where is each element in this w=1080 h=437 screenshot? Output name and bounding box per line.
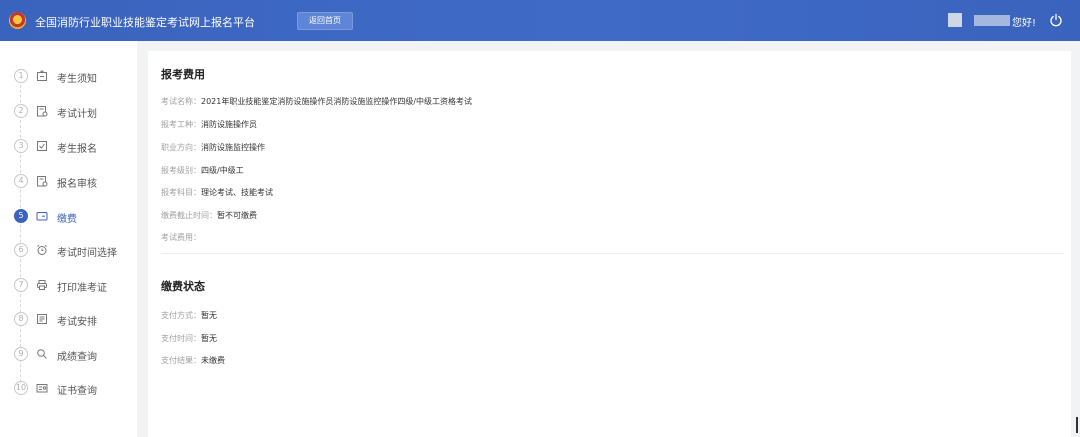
greeting-text: 您好! <box>1012 18 1037 29</box>
field-key: 考试名称： <box>161 97 201 106</box>
sidebar-item-plan[interactable]: 2 考试计划 <box>0 101 137 121</box>
fee-row-deadline: 缴费截止时间：暂不可缴费 <box>161 210 257 221</box>
notice-icon <box>37 70 47 81</box>
field-key: 考试费用： <box>161 233 201 242</box>
payment-section-title: 缴费状态 <box>161 280 205 293</box>
step-number: 9 <box>14 347 28 361</box>
sidebar-item-label: 考试时间选择 <box>57 248 117 259</box>
field-value: 未缴费 <box>201 356 225 365</box>
payment-icon <box>36 212 48 221</box>
sidebar-item-label: 考试安排 <box>57 317 97 328</box>
sidebar-item-label: 考试计划 <box>57 109 97 120</box>
payment-row-result: 支付结果：未缴费 <box>161 355 225 366</box>
sidebar-item-label: 报名审核 <box>57 179 97 190</box>
field-key: 报考级别： <box>161 166 201 175</box>
field-value: 暂不可缴费 <box>217 211 257 220</box>
field-value: 暂无 <box>201 334 217 343</box>
fee-row-direction: 职业方向：消防设施监控操作 <box>161 142 265 153</box>
username-blurred <box>974 15 1010 26</box>
review-icon <box>37 176 48 187</box>
field-value: 消防设施操作员 <box>201 120 257 129</box>
fire-emblem-logo <box>9 12 26 29</box>
sidebar-item-review[interactable]: 4 报名审核 <box>0 171 137 191</box>
field-key: 缴费截止时间： <box>161 211 217 220</box>
plan-icon <box>37 106 48 117</box>
fee-row-exam-name: 考试名称：2021年职业技能鉴定消防设施操作员消防设施监控操作四级/中级工资格考… <box>161 96 472 107</box>
field-key: 支付结果： <box>161 356 201 365</box>
step-number: 6 <box>14 243 28 257</box>
field-value: 理论考试、技能考试 <box>201 188 273 197</box>
field-value: 暂无 <box>201 311 217 320</box>
fee-section-title: 报考费用 <box>161 68 205 81</box>
field-value: 消防设施监控操作 <box>201 143 265 152</box>
power-icon[interactable] <box>1049 13 1063 27</box>
step-number: 8 <box>14 312 28 326</box>
sidebar-item-exam-time[interactable]: 6 考试时间选择 <box>0 240 137 260</box>
sidebar-item-payment[interactable]: 5 缴费 <box>0 206 137 226</box>
register-icon <box>37 141 47 151</box>
sidebar-item-score-query[interactable]: 9 成绩查询 <box>0 344 137 364</box>
field-key: 报考科目： <box>161 188 201 197</box>
step-connector <box>20 75 21 387</box>
sidebar-item-label: 考生须知 <box>57 74 97 85</box>
step-number: 5 <box>14 209 28 223</box>
printer-icon <box>37 280 47 290</box>
sidebar-item-label: 缴费 <box>57 214 77 225</box>
step-number: 7 <box>14 278 28 292</box>
sidebar-item-certificate-query[interactable]: 10 证书查询 <box>0 378 137 398</box>
alarm-clock-icon <box>37 244 47 255</box>
step-number: 4 <box>14 174 28 188</box>
sidebar-item-label: 打印准考证 <box>57 283 107 294</box>
search-icon <box>37 349 47 359</box>
field-key: 职业方向： <box>161 143 201 152</box>
fee-row-level: 报考级别：四级/中级工 <box>161 165 244 176</box>
step-number: 10 <box>14 381 28 395</box>
payment-row-time: 支付时间：暂无 <box>161 333 217 344</box>
platform-title: 全国消防行业职业技能鉴定考试网上报名平台 <box>35 16 255 29</box>
schedule-icon <box>37 314 47 324</box>
top-header: 全国消防行业职业技能鉴定考试网上报名平台 返回首页 您好! <box>0 0 1080 41</box>
sidebar-item-notice[interactable]: 1 考生须知 <box>0 66 137 86</box>
sidebar-item-label: 考生报名 <box>57 144 97 155</box>
fee-row-subjects: 报考科目：理论考试、技能考试 <box>161 187 273 198</box>
field-key: 支付方式： <box>161 311 201 320</box>
sidebar-item-label: 证书查询 <box>57 386 97 397</box>
back-home-button[interactable]: 返回首页 <box>297 12 353 30</box>
step-number: 1 <box>14 69 28 83</box>
section-divider <box>161 253 1064 254</box>
step-sidebar: 1 考生须知 2 考试计划 3 考生报名 4 报名审核 5 缴费 6 考试时间选… <box>0 41 137 437</box>
field-value: 四级/中级工 <box>201 166 244 175</box>
fee-row-job-type: 报考工种：消防设施操作员 <box>161 119 257 130</box>
payment-row-method: 支付方式：暂无 <box>161 310 217 321</box>
step-number: 3 <box>14 139 28 153</box>
fee-row-cost: 考试费用： <box>161 232 201 243</box>
sidebar-item-register[interactable]: 3 考生报名 <box>0 136 137 156</box>
field-key: 支付时间： <box>161 334 201 343</box>
main-panel: 报考费用 考试名称：2021年职业技能鉴定消防设施操作员消防设施监控操作四级/中… <box>148 51 1071 437</box>
sidebar-item-label: 成绩查询 <box>57 352 97 363</box>
certificate-icon <box>36 384 48 393</box>
step-number: 2 <box>14 104 28 118</box>
avatar[interactable] <box>948 13 962 27</box>
scrollbar[interactable] <box>1076 417 1078 433</box>
field-key: 报考工种： <box>161 120 201 129</box>
sidebar-item-arrangement[interactable]: 8 考试安排 <box>0 309 137 329</box>
field-value: 2021年职业技能鉴定消防设施操作员消防设施监控操作四级/中级工资格考试 <box>201 97 473 106</box>
sidebar-item-print-ticket[interactable]: 7 打印准考证 <box>0 275 137 295</box>
